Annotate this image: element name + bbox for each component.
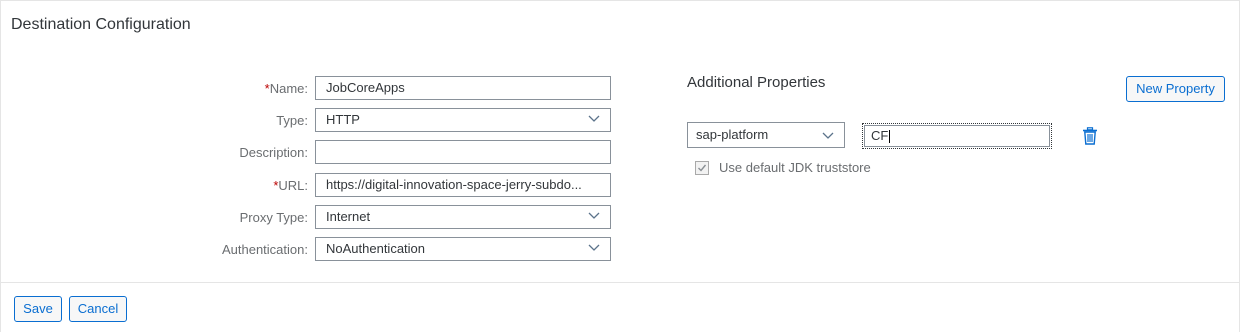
- new-property-button[interactable]: New Property: [1126, 76, 1225, 102]
- name-label: *Name:: [264, 81, 308, 96]
- chevron-down-icon: [588, 244, 600, 251]
- authentication-select[interactable]: NoAuthentication: [315, 237, 611, 261]
- text-caret: [889, 130, 891, 144]
- proxy-type-select[interactable]: Internet: [315, 205, 611, 229]
- type-value: HTTP: [326, 112, 360, 127]
- property-value-text: CF: [871, 128, 889, 143]
- property-key-value: sap-platform: [696, 127, 769, 142]
- type-label: Type:: [276, 113, 308, 128]
- destination-configuration-panel: Destination Configuration *Name: Type: D…: [0, 0, 1240, 333]
- default-jdk-truststore-checkbox[interactable]: [695, 161, 709, 175]
- authentication-value: NoAuthentication: [326, 241, 426, 256]
- property-value-input[interactable]: CF: [862, 123, 1052, 149]
- chevron-down-icon: [588, 115, 600, 122]
- url-input[interactable]: https://digital-innovation-space-jerry-s…: [315, 173, 611, 197]
- chevron-down-icon: [822, 132, 834, 139]
- default-jdk-truststore-label: Use default JDK truststore: [719, 160, 871, 175]
- name-input[interactable]: JobCoreApps: [315, 76, 611, 100]
- authentication-label: Authentication:: [221, 242, 308, 257]
- description-input[interactable]: [315, 140, 611, 164]
- proxy-type-value: Internet: [326, 209, 371, 224]
- type-select[interactable]: HTTP: [315, 108, 611, 132]
- additional-properties-title: Additional Properties: [687, 74, 826, 91]
- save-button[interactable]: Save: [14, 296, 62, 322]
- form-labels: *Name: Type: Description: *URL: Proxy Ty…: [1, 1, 308, 281]
- cancel-button[interactable]: Cancel: [69, 296, 127, 322]
- url-label: *URL:: [273, 178, 308, 193]
- trash-icon[interactable]: [1082, 127, 1098, 145]
- chevron-down-icon: [588, 212, 600, 219]
- property-key-select[interactable]: sap-platform: [687, 122, 845, 148]
- footer-toolbar: Save Cancel: [1, 282, 1239, 333]
- checkmark-icon: [698, 164, 707, 172]
- description-label: Description:: [239, 145, 308, 160]
- proxy-type-label: Proxy Type:: [239, 210, 308, 225]
